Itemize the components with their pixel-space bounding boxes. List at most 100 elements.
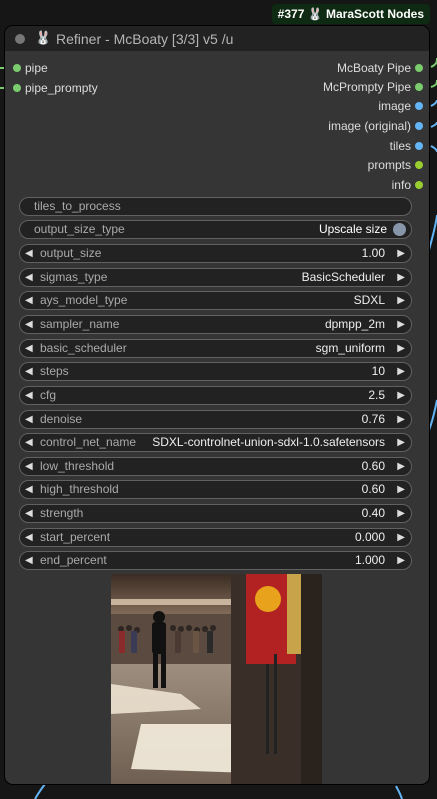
widget-value: 2.5 — [368, 388, 385, 402]
decrement-arrow-icon[interactable]: ◀ — [25, 363, 33, 380]
widget-value: SDXL-controlnet-union-sdxl-1.0.safetenso… — [152, 435, 385, 449]
output-label: image (original) — [328, 119, 411, 133]
toggle-knob-icon[interactable] — [393, 223, 406, 236]
output-slot-prompts[interactable]: prompts — [368, 157, 423, 173]
increment-arrow-icon[interactable]: ▶ — [397, 316, 405, 333]
output-slot-tiles[interactable]: tiles — [390, 138, 423, 154]
widget-value: 0.000 — [354, 530, 385, 544]
increment-arrow-icon[interactable]: ▶ — [397, 363, 405, 380]
low-threshold-widget[interactable]: ◀ low_threshold 0.60 ▶ — [19, 457, 412, 476]
widget-label: control_net_name — [40, 435, 137, 449]
widget-value: 0.40 — [361, 506, 385, 520]
increment-arrow-icon[interactable]: ▶ — [397, 552, 405, 569]
tiles-to-process-input[interactable]: tiles_to_process — [19, 197, 412, 216]
output-dot-icon[interactable] — [415, 102, 423, 110]
denoise-widget[interactable]: ◀ denoise 0.76 ▶ — [19, 410, 412, 429]
widget-value: 1.00 — [361, 246, 385, 260]
output-label: tiles — [389, 139, 411, 153]
decrement-arrow-icon[interactable]: ◀ — [25, 245, 33, 262]
increment-arrow-icon[interactable]: ▶ — [397, 245, 405, 262]
output-dot-icon[interactable] — [415, 83, 423, 91]
widget-label: denoise — [40, 412, 83, 426]
node-titlebar[interactable]: 🐰 Refiner - McBoaty [3/3] v5 /u — [5, 26, 429, 51]
output-dot-icon[interactable] — [415, 122, 423, 130]
widget-value: 0.76 — [361, 412, 385, 426]
basic-scheduler-widget[interactable]: ◀ basic_scheduler sgm_uniform ▶ — [19, 339, 412, 358]
widget-value: dpmpp_2m — [324, 317, 385, 331]
strength-widget[interactable]: ◀ strength 0.40 ▶ — [19, 504, 412, 523]
decrement-arrow-icon[interactable]: ◀ — [25, 411, 33, 428]
end-percent-widget[interactable]: ◀ end_percent 1.000 ▶ — [19, 551, 412, 570]
increment-arrow-icon[interactable]: ▶ — [397, 411, 405, 428]
widget-label: high_threshold — [40, 482, 119, 496]
increment-arrow-icon[interactable]: ▶ — [397, 387, 405, 404]
input-dot-icon[interactable] — [13, 64, 21, 72]
output-dot-icon[interactable] — [415, 181, 423, 189]
output-size-widget[interactable]: ◀ output_size 1.00 ▶ — [19, 244, 412, 263]
increment-arrow-icon[interactable]: ▶ — [397, 481, 405, 498]
decrement-arrow-icon[interactable]: ◀ — [25, 458, 33, 475]
collapse-dot-icon[interactable] — [15, 34, 25, 44]
input-label: pipe_prompty — [25, 81, 98, 95]
widget-label: low_threshold — [40, 459, 115, 473]
output-dot-icon[interactable] — [415, 161, 423, 169]
decrement-arrow-icon[interactable]: ◀ — [25, 481, 33, 498]
decrement-arrow-icon[interactable]: ◀ — [25, 316, 33, 333]
widget-label: sigmas_type — [40, 270, 108, 284]
steps-widget[interactable]: ◀ steps 10 ▶ — [19, 362, 412, 381]
decrement-arrow-icon[interactable]: ◀ — [25, 269, 33, 286]
widget-value: 1.000 — [354, 553, 385, 567]
widget-value: sgm_uniform — [315, 341, 385, 355]
increment-arrow-icon[interactable]: ▶ — [397, 529, 405, 546]
widget-value: BasicScheduler — [301, 270, 385, 284]
decrement-arrow-icon[interactable]: ◀ — [25, 292, 33, 309]
decrement-arrow-icon[interactable]: ◀ — [25, 529, 33, 546]
output-slot-mcboaty-pipe[interactable]: McBoaty Pipe — [337, 60, 423, 76]
decrement-arrow-icon[interactable]: ◀ — [25, 434, 33, 451]
widget-label: ays_model_type — [40, 293, 128, 307]
increment-arrow-icon[interactable]: ▶ — [397, 292, 405, 309]
increment-arrow-icon[interactable]: ▶ — [397, 505, 405, 522]
output-dot-icon[interactable] — [415, 142, 423, 150]
output-slot-mcprompty-pipe[interactable]: McPrompty Pipe — [323, 79, 423, 95]
input-label: pipe — [25, 61, 48, 75]
input-dot-icon[interactable] — [13, 84, 21, 92]
widget-value: 0.60 — [361, 459, 385, 473]
widget-label: sampler_name — [40, 317, 120, 331]
start-percent-widget[interactable]: ◀ start_percent 0.000 ▶ — [19, 528, 412, 547]
widget-label: output_size_type — [34, 222, 125, 236]
decrement-arrow-icon[interactable]: ◀ — [25, 552, 33, 569]
rabbit-icon: 🐰 — [35, 30, 52, 45]
widget-label: start_percent — [40, 530, 111, 544]
node-source-badge: #377 🐰 MaraScott Nodes — [271, 4, 430, 24]
output-label: McPrompty Pipe — [322, 80, 411, 94]
node-title: Refiner - McBoaty [3/3] v5 /u — [56, 31, 234, 47]
widget-label: steps — [40, 364, 69, 378]
widget-value: SDXL — [353, 293, 385, 307]
increment-arrow-icon[interactable]: ▶ — [397, 269, 405, 286]
output-slot-image-original[interactable]: image (original) — [328, 118, 423, 134]
output-size-type-toggle[interactable]: output_size_type Upscale size — [19, 220, 412, 239]
cfg-widget[interactable]: ◀ cfg 2.5 ▶ — [19, 386, 412, 405]
sigmas-type-widget[interactable]: ◀ sigmas_type BasicScheduler ▶ — [19, 268, 412, 287]
widget-label: strength — [40, 506, 84, 520]
output-slot-image[interactable]: image — [378, 98, 423, 114]
control-net-name-widget[interactable]: ◀ control_net_name SDXL-controlnet-union… — [19, 433, 412, 452]
output-image-preview — [111, 574, 322, 784]
increment-arrow-icon[interactable]: ▶ — [397, 340, 405, 357]
decrement-arrow-icon[interactable]: ◀ — [25, 387, 33, 404]
ays-model-type-widget[interactable]: ◀ ays_model_type SDXL ▶ — [19, 291, 412, 310]
widget-label: basic_scheduler — [40, 341, 127, 355]
high-threshold-widget[interactable]: ◀ high_threshold 0.60 ▶ — [19, 480, 412, 499]
increment-arrow-icon[interactable]: ▶ — [397, 458, 405, 475]
decrement-arrow-icon[interactable]: ◀ — [25, 340, 33, 357]
widget-label: cfg — [40, 388, 57, 402]
refiner-node[interactable]: 🐰 Refiner - McBoaty [3/3] v5 /u pipe pip… — [5, 26, 429, 784]
output-label: image — [378, 99, 411, 113]
output-slot-info[interactable]: info — [392, 177, 423, 193]
decrement-arrow-icon[interactable]: ◀ — [25, 505, 33, 522]
increment-arrow-icon[interactable]: ▶ — [397, 434, 405, 451]
sampler-name-widget[interactable]: ◀ sampler_name dpmpp_2m ▶ — [19, 315, 412, 334]
output-dot-icon[interactable] — [415, 64, 423, 72]
badge-text: #377 🐰 MaraScott Nodes — [277, 7, 424, 21]
